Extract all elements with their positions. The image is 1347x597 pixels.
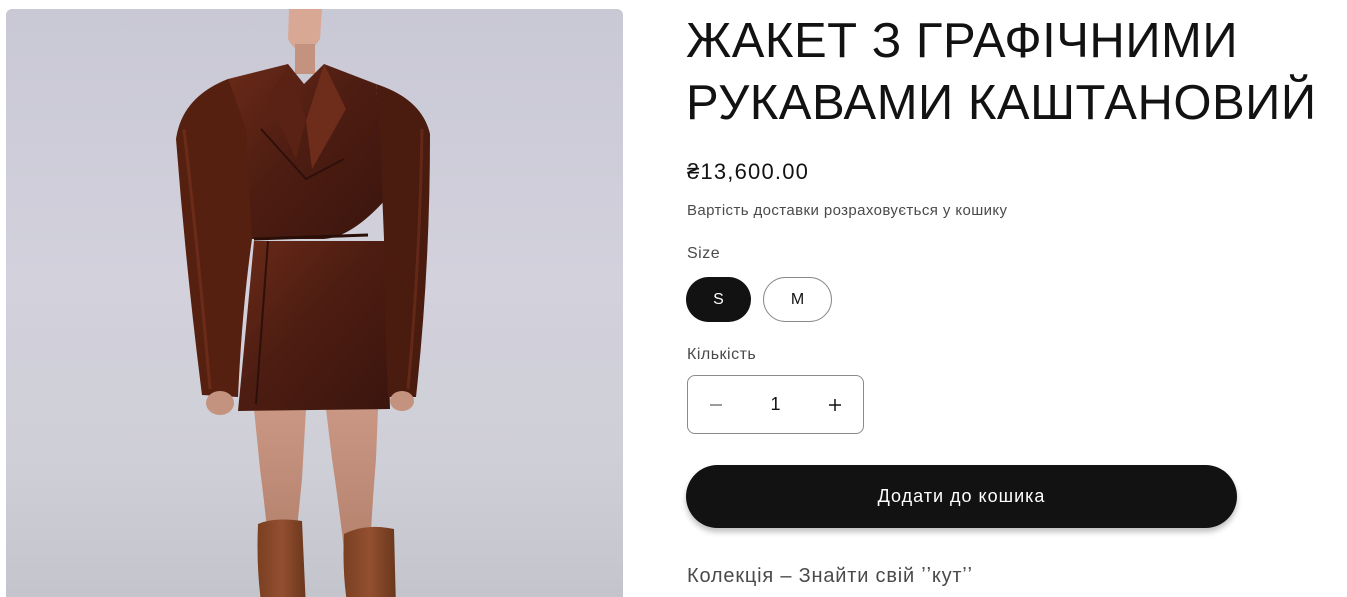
product-page: ЖАКЕТ З ГРАФІЧНИМИ РУКАВАМИ КАШТАНОВИЙ ₴… <box>0 0 1347 597</box>
quantity-decrease-button[interactable] <box>688 376 744 433</box>
product-title: ЖАКЕТ З ГРАФІЧНИМИ РУКАВАМИ КАШТАНОВИЙ <box>686 14 1317 130</box>
plus-icon <box>829 398 841 411</box>
size-label: Size <box>687 245 721 262</box>
add-to-cart-label: Додати до кошика <box>877 486 1046 506</box>
size-option-m[interactable]: M <box>763 277 832 322</box>
quantity-label: Кількість <box>687 346 757 363</box>
shipping-note: Вартість доставки розраховується у кошик… <box>687 202 1008 219</box>
add-to-cart-button[interactable]: Додати до кошика <box>686 465 1237 528</box>
size-option-s[interactable]: S <box>686 277 751 322</box>
quantity-increase-button[interactable] <box>807 376 863 433</box>
product-image[interactable] <box>6 9 623 597</box>
quantity-stepper: 1 <box>687 375 864 434</box>
model-photo <box>176 9 430 597</box>
quantity-input[interactable]: 1 <box>744 394 807 415</box>
product-price: ₴13,600.00 <box>687 159 810 184</box>
minus-icon <box>710 403 722 406</box>
collection-link[interactable]: Колекція – Знайти свій ʼʼкутʼʼ <box>687 565 973 588</box>
